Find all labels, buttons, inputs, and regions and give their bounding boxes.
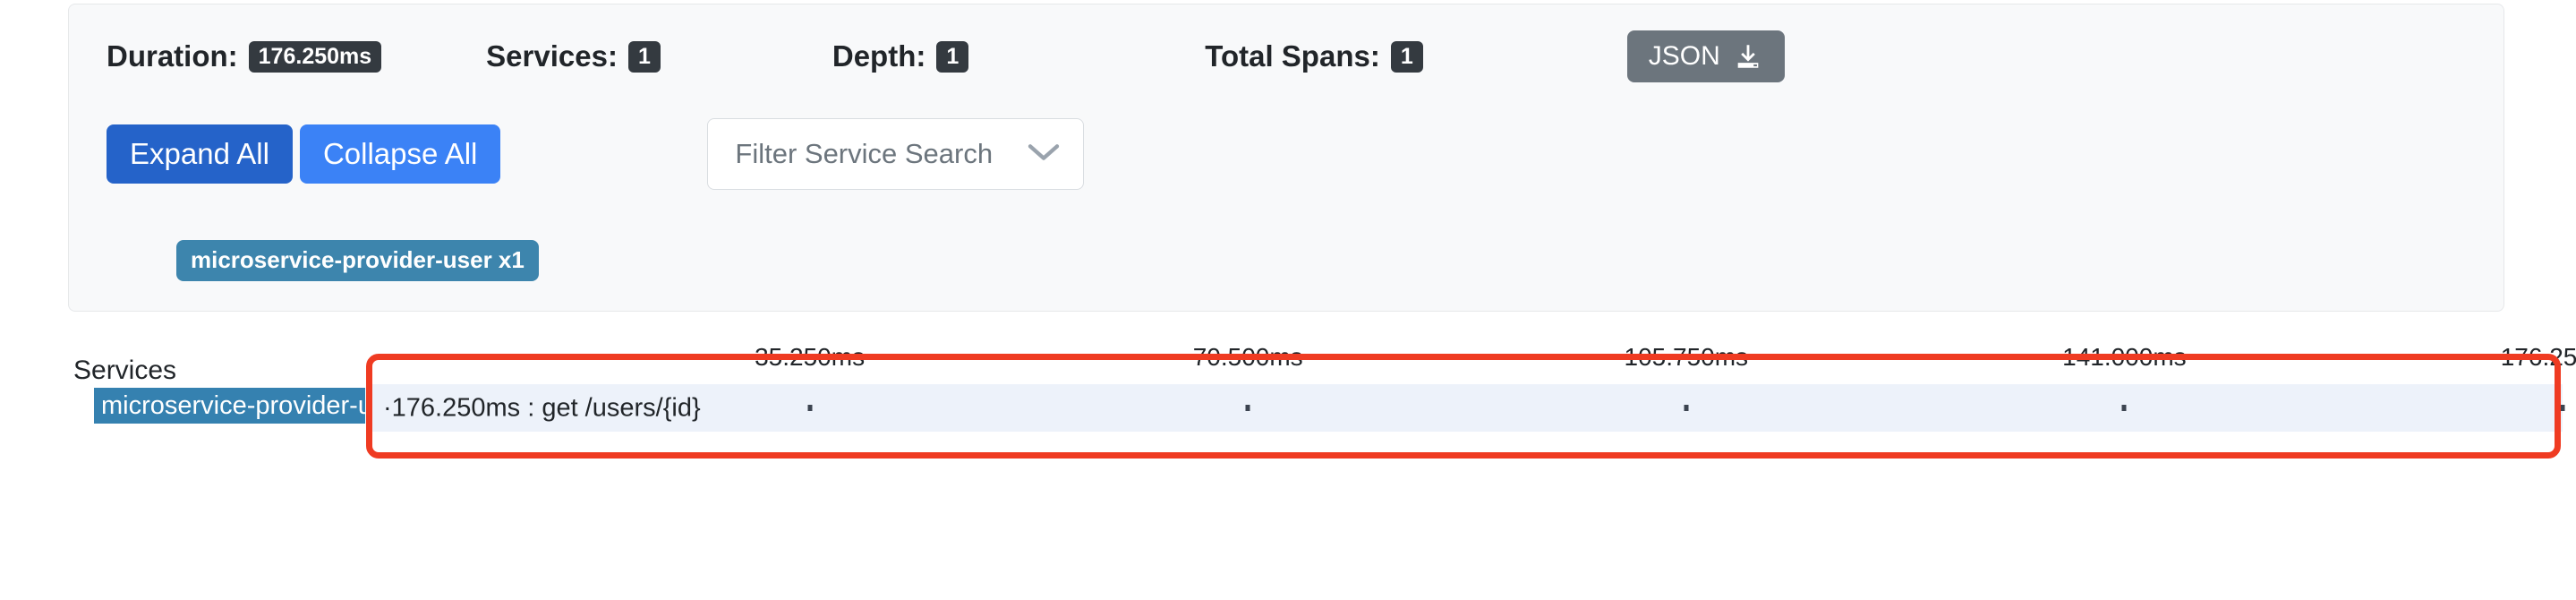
stat-services-label: Services: (486, 39, 618, 73)
tick-dot (1684, 404, 1689, 411)
trace-timeline: Services 35.250ms 70.500ms 105.750ms 141.00… (0, 343, 2576, 504)
stat-duration-value: 176.250ms (248, 40, 382, 73)
span-row[interactable]: ·176.250ms : get /users/{id} (371, 384, 2565, 432)
chevron-down-icon (1026, 141, 1062, 168)
expand-all-button[interactable]: Expand All (107, 124, 293, 184)
stat-services-value: 1 (627, 40, 661, 73)
tick-label: 141.000ms (2062, 343, 2187, 371)
download-json-button[interactable]: JSON (1626, 30, 1785, 82)
stat-services: Services: 1 (486, 39, 661, 73)
service-tag-list: microservice-provider-user x1 (176, 240, 539, 281)
json-button-label: JSON (1648, 41, 1720, 71)
tick-dot (807, 404, 813, 411)
stat-total-spans: Total Spans: 1 (1205, 39, 1423, 73)
stat-depth-value: 1 (936, 40, 969, 73)
tick-dot (1245, 404, 1250, 411)
trace-actions-row: Expand All Collapse All Filter Service S… (107, 118, 1085, 190)
filter-service-search-placeholder: Filter Service Search (735, 138, 994, 169)
tick-dot (2560, 404, 2565, 411)
service-row-label-microservice-provider-user[interactable]: microservice-provider-us (94, 388, 365, 424)
stat-duration: Duration: 176.250ms (107, 39, 382, 73)
trace-stats-row: Duration: 176.250ms Services: 1 Depth: 1… (107, 30, 1785, 82)
tick-label: 176.250ms (2500, 343, 2576, 371)
stat-total-spans-label: Total Spans: (1205, 39, 1380, 73)
services-column-header: Services (73, 356, 177, 385)
timeline-tick-axis: 35.250ms 70.500ms 105.750ms 141.000ms 176.25… (371, 343, 2576, 377)
service-row-label-text: microservice-provider-us (101, 390, 365, 420)
trace-summary-panel: Duration: 176.250ms Services: 1 Depth: 1… (68, 4, 2504, 312)
collapse-all-button[interactable]: Collapse All (299, 124, 501, 184)
service-tag-microservice-provider-user[interactable]: microservice-provider-user x1 (176, 240, 539, 281)
filter-service-search-select[interactable]: Filter Service Search (707, 118, 1085, 190)
stat-depth: Depth: 1 (832, 39, 969, 73)
tick-label: 70.500ms (1192, 343, 1303, 371)
tick-dot (2121, 404, 2127, 411)
stat-duration-label: Duration: (107, 39, 238, 73)
stat-total-spans-value: 1 (1390, 40, 1423, 73)
tick-label: 35.250ms (755, 343, 866, 371)
download-icon (1733, 41, 1763, 72)
tick-label: 105.750ms (1624, 343, 1749, 371)
span-label: ·176.250ms : get /users/{id} (383, 393, 701, 422)
stat-depth-label: Depth: (832, 39, 926, 73)
